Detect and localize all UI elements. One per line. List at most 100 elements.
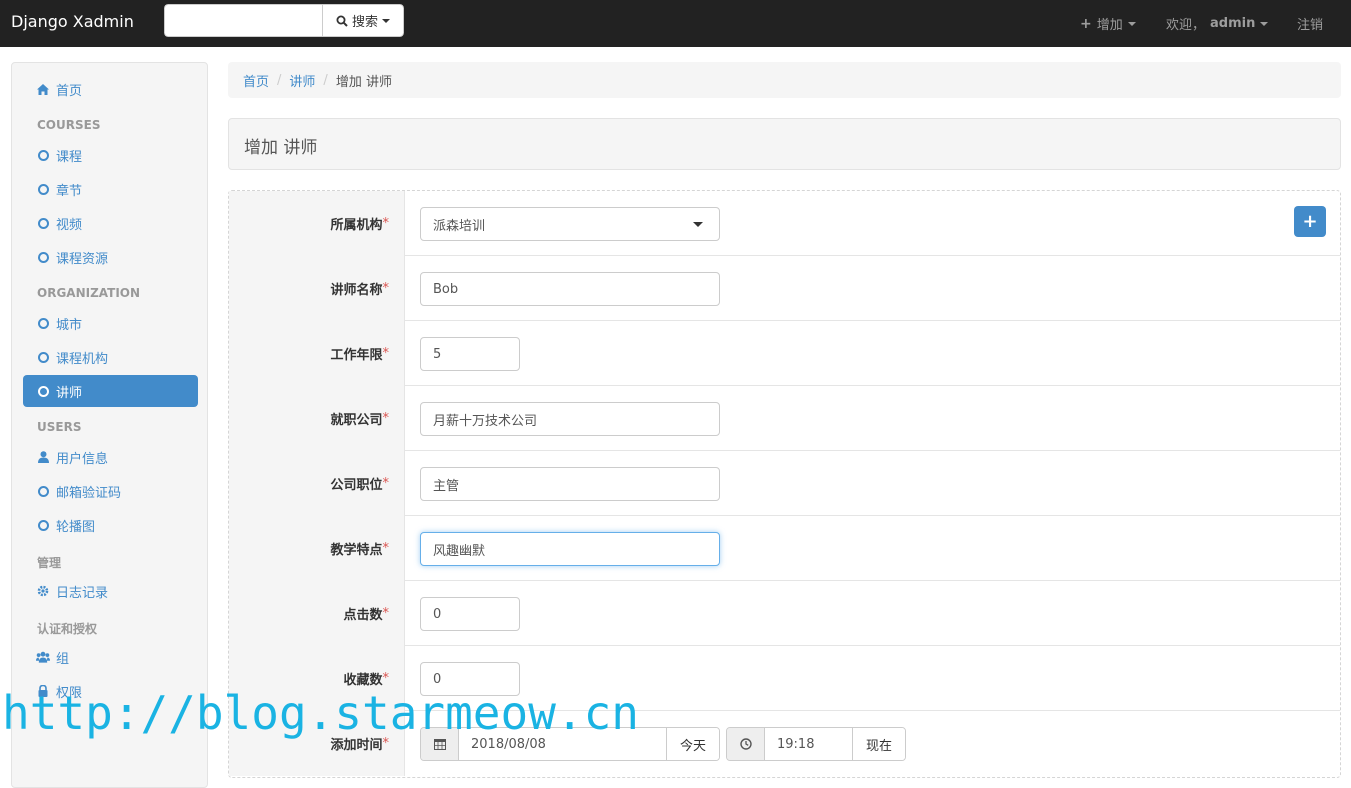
form-row-name: 讲师名称 * Bob [229,256,1340,321]
watermark-text: http://blog.starmeow.cn [2,686,639,740]
plus-icon: + [1302,211,1318,232]
work-years-input[interactable]: 5 [420,337,520,371]
sidebar-item-label: 课程机构 [56,351,109,367]
sidebar-item-chapter[interactable]: 章节 [23,173,198,205]
breadcrumb-separator: / [277,72,282,88]
circle-icon [36,251,50,263]
sidebar-item-log[interactable]: 日志记录 [23,575,198,607]
form-row-org: 所属机构 * 派森培训 + [229,191,1340,256]
sidebar-item-label: 讲师 [56,385,83,401]
form-row-company: 就职公司 * 月薪十万技术公司 [229,386,1340,451]
today-button[interactable]: 今天 [666,728,719,760]
user-menu[interactable]: 欢迎， admin [1166,0,1269,47]
circle-icon [36,149,50,161]
breadcrumb-separator: / [323,72,328,88]
required-mark: * [382,346,390,361]
logout-link[interactable]: 注销 [1297,0,1323,47]
sidebar-item-teacher[interactable]: 讲师 [23,375,198,407]
name-input[interactable]: Bob [420,272,720,306]
users-icon [36,651,50,663]
points-input[interactable]: 风趣幽默 [420,532,720,566]
breadcrumb: 首页 / 讲师 / 增加 讲师 [228,62,1341,98]
sidebar-item-label: 用户信息 [56,451,109,467]
sidebar-item-group[interactable]: 组 [23,641,198,673]
chevron-down-icon [693,222,703,227]
required-mark: * [382,541,390,556]
breadcrumb-teacher[interactable]: 讲师 [289,71,315,90]
user-icon [36,451,50,463]
sidebar-item-label: 组 [56,651,70,667]
sidebar-section-users: USERS [37,420,82,434]
circle-icon [36,385,50,397]
form-row-points: 教学特点 * 风趣幽默 [229,516,1340,581]
sidebar-section-auth: 认证和授权 [37,622,98,636]
field-label-points: 教学特点 * [229,516,405,581]
sidebar-item-label: 章节 [56,183,83,199]
sidebar-item-label: 课程资源 [56,251,109,267]
home-icon [36,83,50,95]
add-org-button[interactable]: + [1294,206,1326,237]
search-button-label: 搜索 [351,15,378,30]
chevron-down-icon [382,18,390,23]
sidebar-item-label: 首页 [56,83,83,99]
search-icon [336,15,348,27]
required-mark: * [382,606,390,621]
org-select-value: 派森培训 [433,218,486,234]
company-input[interactable]: 月薪十万技术公司 [420,402,720,436]
clock-icon[interactable] [727,728,765,760]
sidebar-section-courses: COURSES [37,118,101,132]
search-group: 搜索 [164,4,404,37]
page-header: 增加 讲师 [228,118,1341,170]
field-label-position: 公司职位 * [229,451,405,516]
position-input[interactable]: 主管 [420,467,720,501]
page-title: 增加 讲师 [244,138,318,158]
circle-icon [36,351,50,363]
circle-icon [36,485,50,497]
breadcrumb-home[interactable]: 首页 [243,71,269,90]
now-button[interactable]: 现在 [852,728,905,760]
sidebar-item-label: 课程 [56,149,83,165]
sidebar-item-email-code[interactable]: 邮箱验证码 [23,475,198,507]
sidebar: 首页 COURSES 课程 章节 视频 课程资源 ORGANIZATION 城市… [11,62,208,788]
time-input[interactable]: 19:18 [765,728,852,760]
field-label-company: 就职公司 * [229,386,405,451]
circle-icon [36,317,50,329]
chevron-down-icon [1260,21,1269,26]
form-row-position: 公司职位 * 主管 [229,451,1340,516]
required-mark: * [382,411,390,426]
field-label-click-nums: 点击数 * [229,581,405,646]
form-row-work-years: 工作年限 * 5 [229,321,1340,386]
top-navbar: Django Xadmin 搜索 + 增加 欢迎， admin 注销 [0,0,1351,47]
sidebar-item-label: 轮播图 [56,519,96,535]
field-label-name: 讲师名称 * [229,256,405,321]
sidebar-section-manage: 管理 [37,556,62,570]
field-label-org: 所属机构 * [229,191,405,256]
required-mark: * [382,281,390,296]
form-row-click-nums: 点击数 * 0 [229,581,1340,646]
circle-icon [36,217,50,229]
click-nums-input[interactable]: 0 [420,597,520,631]
sidebar-item-course[interactable]: 课程 [23,139,198,171]
search-input[interactable] [164,4,322,37]
sidebar-item-video[interactable]: 视频 [23,207,198,239]
sidebar-item-home[interactable]: 首页 [23,73,198,105]
add-menu[interactable]: + 增加 [1080,0,1136,47]
sidebar-item-label: 视频 [56,217,83,233]
required-mark: * [382,216,390,231]
time-input-group: 19:18 现在 [726,727,906,761]
breadcrumb-current: 增加 讲师 [335,74,392,90]
sidebar-item-label: 城市 [56,317,83,333]
gear-icon [36,585,50,597]
user-name: admin [1210,16,1256,31]
search-button[interactable]: 搜索 [322,4,404,37]
brand-logo[interactable]: Django Xadmin [11,12,134,31]
sidebar-item-course-resource[interactable]: 课程资源 [23,241,198,273]
sidebar-item-label: 日志记录 [56,585,109,601]
sidebar-item-banner[interactable]: 轮播图 [23,509,198,541]
chevron-down-icon [1127,21,1136,26]
field-label-work-years: 工作年限 * [229,321,405,386]
org-select[interactable]: 派森培训 [420,207,720,241]
sidebar-item-course-org[interactable]: 课程机构 [23,341,198,373]
sidebar-item-city[interactable]: 城市 [23,307,198,339]
sidebar-item-user-info[interactable]: 用户信息 [23,441,198,473]
